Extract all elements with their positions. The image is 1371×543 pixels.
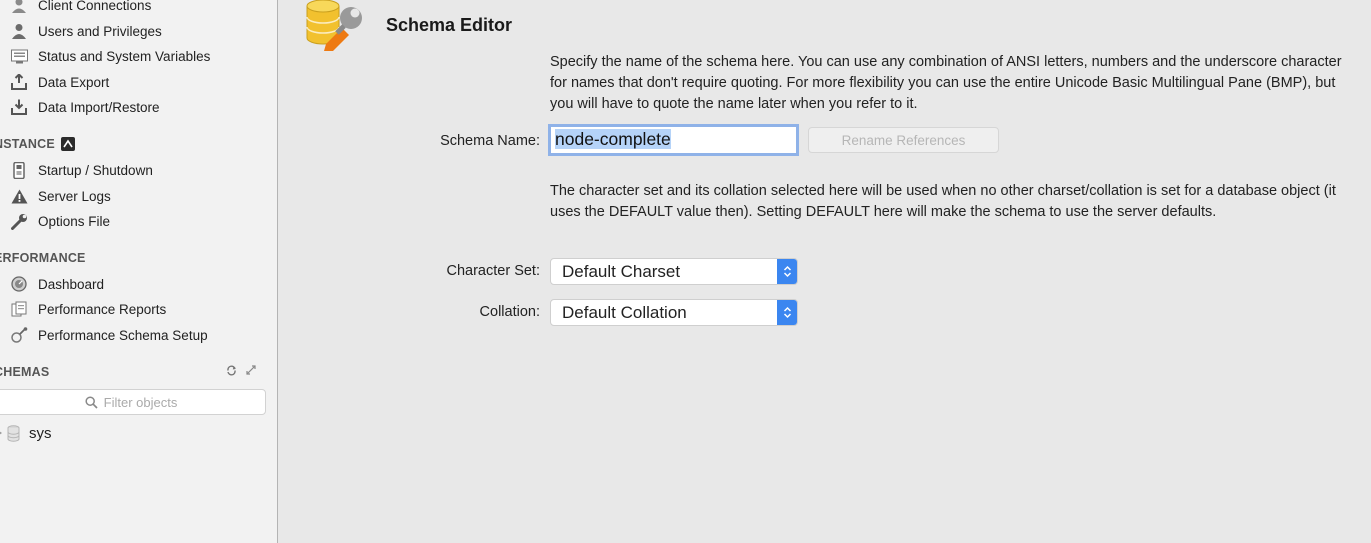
- data-import-icon: [10, 98, 28, 116]
- sidebar-item-performance-reports[interactable]: Performance Reports: [10, 298, 166, 320]
- refresh-icon[interactable]: [226, 365, 237, 376]
- schema-tree-label: sys: [29, 424, 52, 442]
- rename-references-button[interactable]: Rename References: [808, 127, 999, 153]
- instance-status-icon: [60, 137, 75, 151]
- navigator-sidebar: Client Connections Users and Privileges …: [0, 0, 278, 543]
- sidebar-item-label: Status and System Variables: [38, 48, 211, 64]
- startup-shutdown-icon: [10, 161, 28, 179]
- reports-icon: [10, 300, 28, 318]
- select-stepper-icon: [777, 300, 797, 325]
- client-connections-icon: [10, 0, 28, 14]
- schema-name-label: Schema Name:: [440, 133, 540, 149]
- rename-references-label: Rename References: [841, 132, 966, 148]
- sidebar-item-status-variables[interactable]: Status and System Variables: [10, 45, 210, 67]
- schema-name-input[interactable]: node-complete: [548, 124, 799, 156]
- collation-select[interactable]: Default Collation: [550, 299, 798, 326]
- schema-setup-icon: [10, 326, 28, 344]
- charset-value: Default Charset: [562, 262, 681, 281]
- schema-editor-icon: [304, 0, 368, 52]
- sidebar-item-label: Data Import/Restore: [38, 99, 160, 115]
- charset-description: The character set and its collation sele…: [550, 183, 1336, 220]
- filter-placeholder: Filter objects: [103, 394, 178, 410]
- collation-value: Default Collation: [562, 303, 687, 322]
- sidebar-item-label: Server Logs: [38, 188, 111, 204]
- sidebar-item-label: Client Connections: [38, 0, 152, 13]
- search-icon: [85, 395, 98, 409]
- collation-label: Collation:: [479, 304, 540, 320]
- schema-name-description: Specify the name of the schema here. You…: [550, 54, 1342, 112]
- sidebar-item-data-import[interactable]: Data Import/Restore: [10, 96, 160, 118]
- charset-label: Character Set:: [446, 263, 541, 279]
- section-title-schemas: CHEMAS: [0, 365, 50, 379]
- disclosure-triangle-icon[interactable]: [0, 429, 3, 437]
- page-title: Schema Editor: [386, 15, 513, 35]
- charset-select[interactable]: Default Charset: [550, 258, 798, 285]
- sidebar-item-label: Data Export: [38, 74, 110, 90]
- sidebar-item-label: Startup / Shutdown: [38, 162, 153, 178]
- user-icon: [10, 22, 28, 40]
- schema-name-value: node-complete: [555, 129, 671, 149]
- schemas-toolbar: [226, 364, 256, 376]
- sidebar-item-dashboard[interactable]: Dashboard: [10, 273, 104, 295]
- section-title-instance: NSTANCE: [0, 137, 75, 151]
- sidebar-item-startup-shutdown[interactable]: Startup / Shutdown: [10, 159, 153, 181]
- dashboard-icon: [10, 275, 28, 293]
- schema-filter-input[interactable]: Filter objects: [0, 389, 266, 415]
- select-stepper-icon: [777, 259, 797, 284]
- wrench-icon: [10, 212, 28, 230]
- warning-icon: [10, 187, 28, 205]
- sidebar-item-label: Users and Privileges: [38, 23, 162, 39]
- sidebar-item-server-logs[interactable]: Server Logs: [10, 185, 111, 207]
- sidebar-item-options-file[interactable]: Options File: [10, 210, 110, 232]
- status-variables-icon: [10, 47, 28, 65]
- sidebar-item-label: Dashboard: [38, 276, 105, 292]
- sidebar-item-client-connections[interactable]: Client Connections: [10, 0, 151, 16]
- section-title-performance: ERFORMANCE: [0, 251, 86, 265]
- schema-tree-item-sys[interactable]: sys: [0, 421, 52, 445]
- sidebar-item-label: Performance Schema Setup: [38, 327, 208, 343]
- sidebar-item-label: Performance Reports: [38, 301, 167, 317]
- sidebar-item-label: Options File: [38, 213, 111, 229]
- expand-icon[interactable]: [246, 365, 256, 375]
- sidebar-item-data-export[interactable]: Data Export: [10, 71, 109, 93]
- data-export-icon: [10, 73, 28, 91]
- sidebar-item-users-and-privileges[interactable]: Users and Privileges: [10, 20, 162, 42]
- database-icon: [7, 424, 20, 442]
- sidebar-item-performance-schema-setup[interactable]: Performance Schema Setup: [10, 324, 208, 346]
